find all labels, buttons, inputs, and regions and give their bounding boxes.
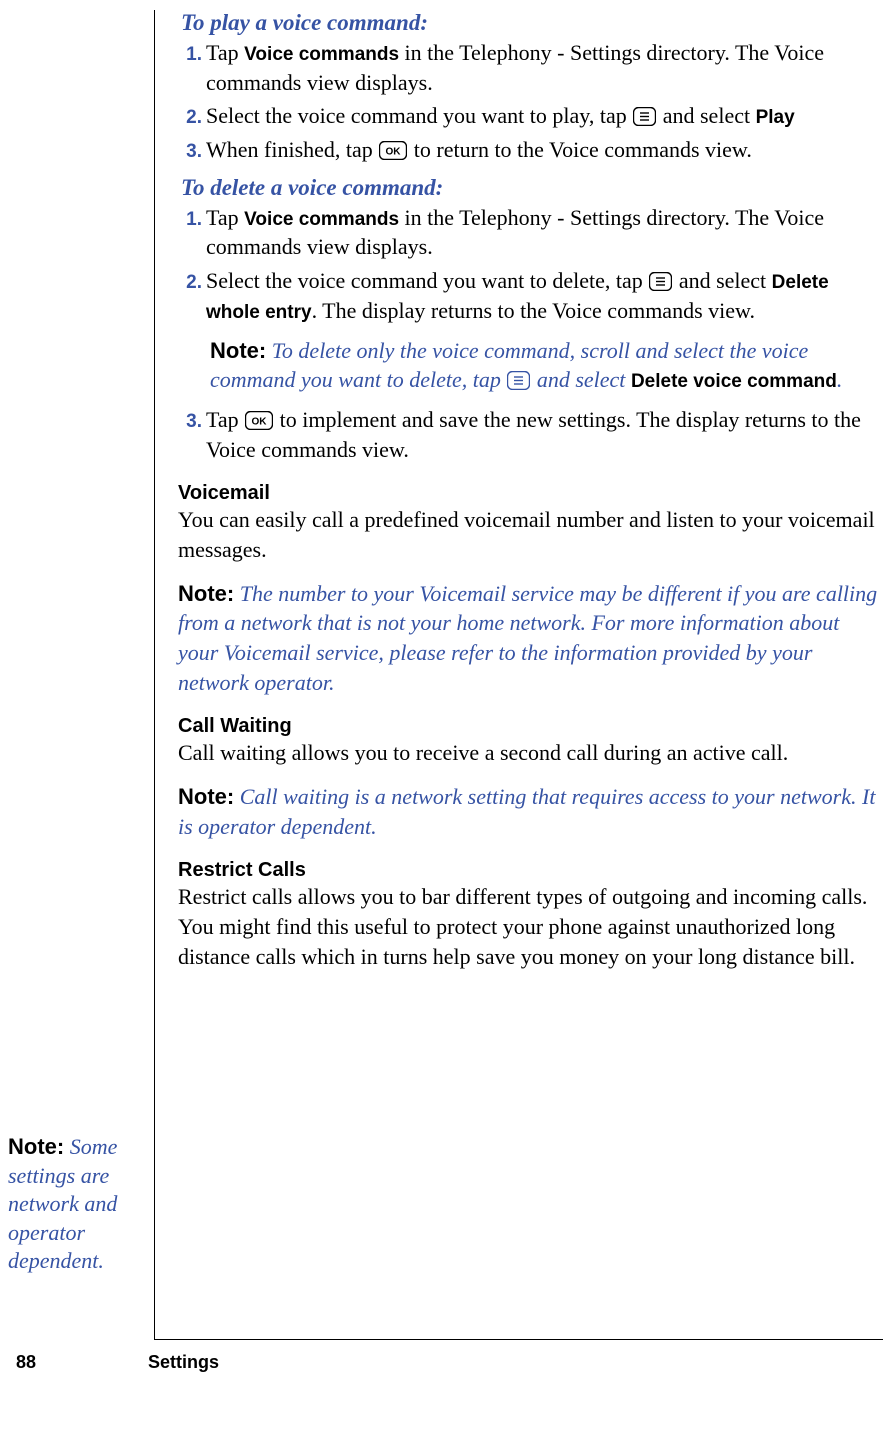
step-number: 3. (182, 139, 202, 165)
ui-label: Delete voice command (631, 371, 837, 392)
step-text: and select (657, 103, 755, 128)
step-number: 2. (182, 270, 202, 296)
step-item: 3.When finished, tap OK to return to the… (206, 135, 883, 165)
subheading-delete: To delete a voice command: (178, 175, 883, 201)
inline-note-delete: Note: To delete only the voice command, … (178, 336, 883, 395)
main-content: To play a voice command: 1.Tap Voice com… (155, 10, 883, 1334)
step-text: Select the voice command you want to del… (206, 268, 648, 293)
step-number: 1. (182, 42, 202, 68)
section-heading-restrict: Restrict Calls (178, 859, 883, 882)
ui-label: Voice commands (244, 44, 399, 65)
chapter-name: Settings (148, 1352, 219, 1372)
step-text: Tap (206, 407, 244, 432)
step-text: . The display returns to the Voice comma… (312, 298, 755, 323)
step-text: and select (673, 268, 771, 293)
step-number: 1. (182, 207, 202, 233)
callwaiting-body: Call waiting allows you to receive a sec… (178, 738, 883, 768)
step-text: Select the voice command you want to pla… (206, 103, 632, 128)
note-text: Call waiting is a network setting that r… (178, 784, 875, 839)
step-item: 1.Tap Voice commands in the Telephony - … (206, 38, 883, 97)
menu-icon (649, 272, 672, 291)
note-text: and select (531, 367, 631, 392)
restrict-body: Restrict calls allows you to bar differe… (178, 882, 883, 971)
step-text: Tap (206, 205, 244, 230)
steps-play: 1.Tap Voice commands in the Telephony - … (178, 38, 883, 165)
step-item: 2.Select the voice command you want to p… (206, 101, 883, 131)
step-text: Tap (206, 40, 244, 65)
note-label: Note: (178, 581, 234, 606)
subheading-play: To play a voice command: (178, 10, 883, 36)
ui-label: Play (756, 107, 795, 128)
step-number: 3. (182, 409, 202, 435)
step-text: When finished, tap (206, 137, 378, 162)
step-text: to implement and save the new settings. … (206, 407, 861, 462)
steps-delete: 1.Tap Voice commands in the Telephony - … (178, 203, 883, 326)
callwaiting-note: Note: Call waiting is a network setting … (178, 782, 883, 841)
voicemail-note: Note: The number to your Voicemail servi… (178, 579, 883, 698)
step-item: 2.Select the voice command you want to d… (206, 266, 883, 325)
menu-icon (633, 107, 656, 126)
voicemail-body: You can easily call a predefined voicema… (178, 505, 883, 564)
note-text: . (837, 367, 843, 392)
menu-icon (507, 371, 530, 390)
ok-icon: OK (245, 411, 273, 430)
step-item: 3.Tap OK to implement and save the new s… (206, 405, 883, 464)
margin-note: Note: Some settings are network and oper… (8, 1133, 148, 1276)
steps-delete-cont: 3.Tap OK to implement and save the new s… (178, 405, 883, 464)
svg-text:OK: OK (252, 416, 268, 427)
step-text: to return to the Voice commands view. (408, 137, 752, 162)
step-number: 2. (182, 105, 202, 131)
ui-label: Voice commands (244, 209, 399, 230)
ok-icon: OK (379, 141, 407, 160)
section-heading-voicemail: Voicemail (178, 482, 883, 505)
note-label: Note: (178, 784, 234, 809)
note-label: Note: (210, 338, 266, 363)
margin-note-label: Note: (8, 1134, 64, 1159)
section-heading-callwaiting: Call Waiting (178, 715, 883, 738)
step-item: 1.Tap Voice commands in the Telephony - … (206, 203, 883, 262)
svg-text:OK: OK (386, 147, 402, 158)
margin-sidebar: Note: Some settings are network and oper… (8, 10, 154, 1393)
note-text: The number to your Voicemail service may… (178, 581, 877, 695)
